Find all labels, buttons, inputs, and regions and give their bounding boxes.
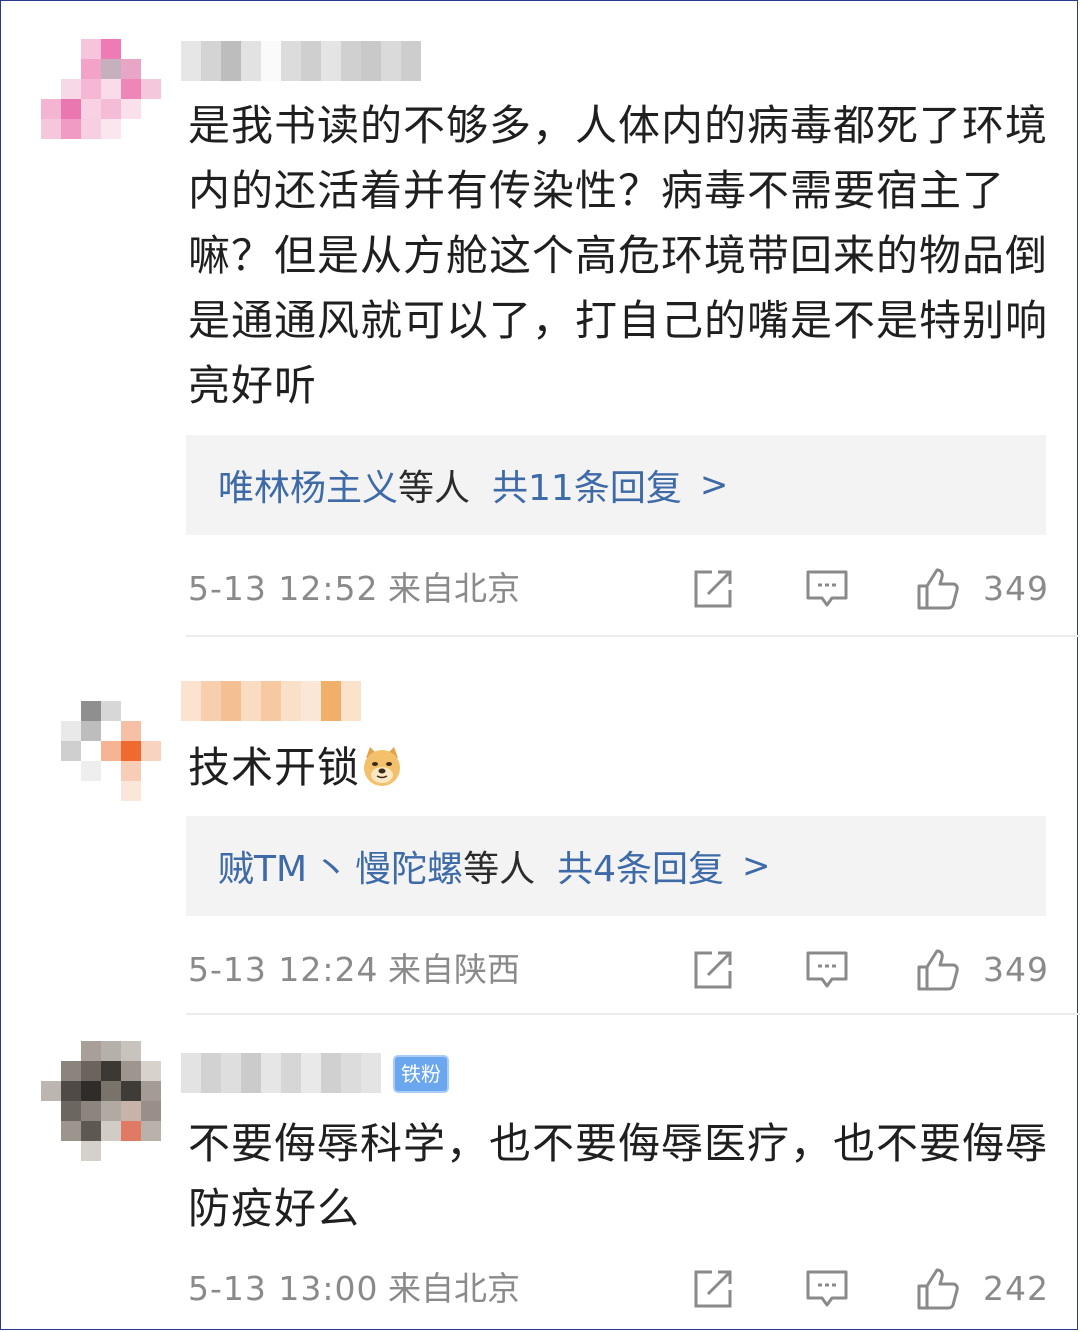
comment-text: 技术开锁 [188, 735, 1048, 800]
reply-suffix: 等人 [463, 849, 536, 890]
like-count: 349 [983, 569, 1049, 608]
avatar[interactable] [41, 1041, 161, 1161]
share-icon[interactable] [690, 566, 736, 612]
username-blurred[interactable] [181, 1053, 381, 1093]
comment-text-content: 技术开锁 [188, 743, 361, 792]
like-icon[interactable] [915, 1266, 961, 1312]
timestamp: 5-13 12:52 [188, 569, 379, 608]
doge-emoji [364, 747, 401, 786]
like-icon[interactable] [915, 566, 961, 612]
comment-meta: 5-13 13:00 来自北京 242 [188, 1264, 1048, 1314]
chevron-right-icon: > [699, 465, 729, 505]
location: 来自北京 [388, 1269, 520, 1308]
like-icon[interactable] [915, 947, 961, 993]
like-count: 242 [983, 1269, 1049, 1308]
timestamp: 5-13 12:24 [188, 950, 379, 989]
comment-text: 不要侮辱科学，也不要侮辱医疗，也不要侮辱防疫好么 [188, 1119, 1049, 1233]
comment-icon[interactable] [804, 947, 850, 993]
share-icon[interactable] [690, 1266, 736, 1312]
reply-suffix: 等人 [398, 468, 471, 509]
username-blurred[interactable] [181, 41, 421, 81]
reply-separator: 丶 [313, 849, 350, 890]
reply-count[interactable]: 共11条回复 [492, 459, 682, 511]
divider [186, 635, 1080, 637]
avatar[interactable] [41, 39, 161, 159]
avatar[interactable] [41, 681, 161, 801]
reply-user[interactable]: 唯林杨主义 [218, 459, 398, 511]
timestamp: 5-13 13:00 [188, 1269, 379, 1308]
divider [186, 1013, 1080, 1015]
location: 来自北京 [388, 569, 520, 608]
like-count: 349 [983, 950, 1049, 989]
fan-badge: 铁粉 [393, 1055, 449, 1093]
comment-list: 是我书读的不够多，人体内的病毒都死了环境内的还活着并有传染性？病毒不需要宿主了嘛… [0, 0, 1080, 1330]
comment-icon[interactable] [804, 1266, 850, 1312]
location: 来自陕西 [388, 950, 520, 989]
reply-summary[interactable]: 唯林杨主义 等人 共11条回复 > [186, 435, 1046, 535]
reply-user[interactable]: 慢陀螺 [355, 840, 463, 892]
share-icon[interactable] [690, 947, 736, 993]
username-blurred[interactable] [181, 681, 361, 721]
comment-meta: 5-13 12:52 来自北京 349 [188, 564, 1048, 614]
reply-count[interactable]: 共4条回复 [557, 840, 724, 892]
reply-user[interactable]: 贼TM [218, 840, 307, 892]
reply-summary[interactable]: 贼TM 丶 慢陀螺 等人 共4条回复 > [186, 816, 1046, 916]
comment-text: 是我书读的不够多，人体内的病毒都死了环境内的还活着并有传染性？病毒不需要宿主了嘛… [188, 101, 1049, 410]
chevron-right-icon: > [742, 846, 771, 886]
comment-meta: 5-13 12:24 来自陕西 349 [188, 945, 1048, 995]
comment-icon[interactable] [804, 566, 850, 612]
